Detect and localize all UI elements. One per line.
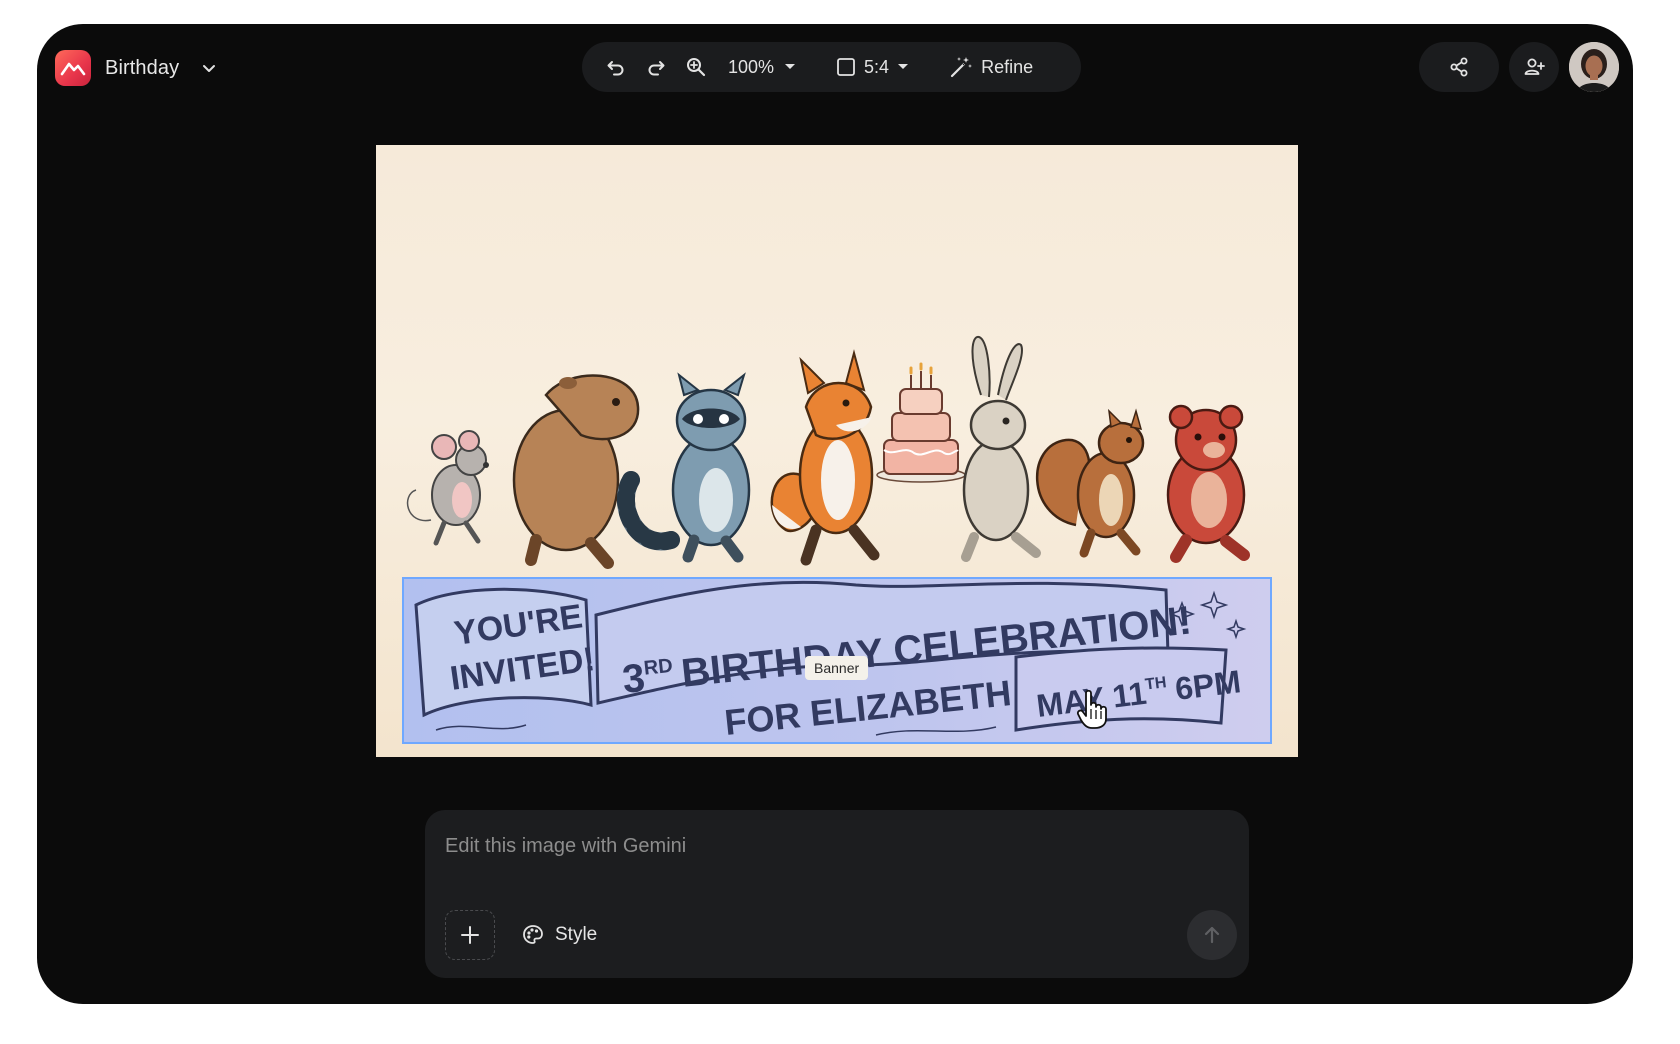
- redo-button[interactable]: [636, 47, 676, 87]
- rabbit-illustration: [961, 335, 1041, 562]
- selection-tooltip: Banner: [805, 656, 869, 680]
- aspect-ratio-icon: [837, 58, 855, 76]
- fox-illustration: [770, 349, 880, 566]
- image-canvas[interactable]: YOU'RE INVITED! 3RD BIRTHDAY CELEBRATION!…: [376, 145, 1298, 757]
- add-attachment-button[interactable]: [445, 910, 495, 960]
- raccoon-illustration: [617, 372, 751, 563]
- user-avatar[interactable]: [1569, 42, 1619, 92]
- aspect-ratio-dropdown[interactable]: 5:4: [836, 47, 909, 87]
- bear-illustration: [1166, 404, 1250, 563]
- share-button[interactable]: [1419, 42, 1499, 92]
- refine-label: Refine: [981, 56, 1034, 77]
- prompt-panel: Style: [425, 810, 1249, 978]
- undo-button[interactable]: [596, 47, 636, 87]
- redo-icon: [648, 61, 665, 76]
- magic-wand-icon: [950, 57, 973, 78]
- style-label: Style: [555, 924, 598, 945]
- zoom-in-icon: [687, 58, 706, 77]
- app-logo-icon: [55, 50, 91, 86]
- zoom-in-button[interactable]: [676, 47, 716, 87]
- undo-icon: [607, 61, 624, 76]
- document-header: Birthday: [55, 48, 217, 88]
- aspect-ratio-value: 5:4: [864, 56, 890, 77]
- chevron-down-icon[interactable]: [201, 60, 217, 76]
- hand-cursor-icon: [1076, 689, 1107, 729]
- palette-icon: [523, 925, 543, 944]
- capybara-illustration: [512, 374, 640, 569]
- caret-down-icon: [785, 64, 796, 69]
- add-collaborator-button[interactable]: [1509, 42, 1559, 92]
- refine-button[interactable]: Refine: [949, 47, 1033, 87]
- editor-toolbar: 100% 5:4 Refine: [582, 42, 1081, 92]
- edit-prompt-input[interactable]: [445, 828, 1205, 864]
- mouse-illustration: [406, 430, 489, 546]
- plus-icon: [461, 926, 479, 944]
- squirrel-illustration: [1035, 408, 1145, 558]
- zoom-level-dropdown[interactable]: 100%: [728, 47, 796, 87]
- arrow-up-icon: [1204, 926, 1220, 944]
- send-button[interactable]: [1187, 910, 1237, 960]
- person-add-icon: [1524, 58, 1545, 75]
- zoom-level-value: 100%: [728, 56, 775, 77]
- document-title[interactable]: Birthday: [105, 57, 179, 80]
- cake-illustration: [876, 362, 966, 483]
- share-icon: [1450, 57, 1468, 77]
- caret-down-icon: [898, 64, 909, 69]
- style-button[interactable]: Style: [521, 910, 597, 960]
- app-window: Birthday 100% 5:4 Refine YOU'RE INVITED!…: [37, 24, 1633, 1004]
